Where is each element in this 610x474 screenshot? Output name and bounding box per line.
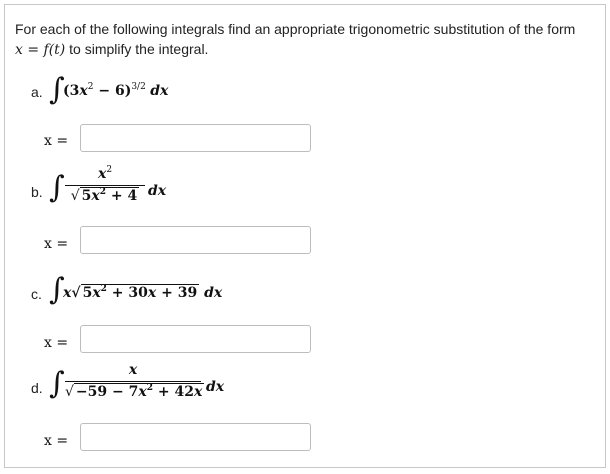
numerator-d: x [128, 362, 138, 378]
integrand-c: x√ 5x2 + 30x + 39 dx [63, 284, 223, 301]
answer-label-a: x = [44, 133, 69, 149]
denominator-b: √ 5x2 + 4 [70, 187, 140, 204]
answer-label-d: x = [44, 433, 69, 449]
answer-input-b[interactable] [80, 226, 311, 254]
answer-input-d[interactable] [80, 423, 311, 451]
part-c-letter: c. [31, 286, 42, 302]
fraction-b: x2 √ 5x2 + 4 [65, 166, 145, 204]
question-panel: For each of the following integrals find… [4, 4, 606, 468]
fraction-d: x √ −59 − 7x2 + 42x [65, 362, 205, 400]
integrand-a: (3x2 − 6)3/2 dx [63, 82, 169, 100]
answer-label-c: x = [44, 335, 69, 351]
dx-b: dx [148, 183, 167, 199]
question-prompt: For each of the following integrals find… [15, 19, 600, 60]
answer-input-a[interactable] [80, 124, 311, 152]
answer-input-c[interactable] [80, 325, 311, 353]
prompt-line-2: x = f(t) to simplify the integral. [15, 39, 600, 60]
dx-d: dx [206, 379, 225, 395]
numerator-b: x2 [97, 165, 113, 183]
part-a-letter: a. [31, 84, 43, 100]
integral-sign-b: ∫ [49, 170, 65, 205]
integral-sign-d: ∫ [49, 366, 65, 401]
prompt-line-2-rest: to simplify the integral. [65, 41, 209, 57]
answer-label-b: x = [44, 236, 69, 252]
denominator-d: √ −59 − 7x2 + 42x [65, 383, 205, 400]
substitution-form: x = f(t) [15, 42, 66, 58]
part-b-letter: b. [31, 184, 43, 200]
prompt-line-1: For each of the following integrals find… [15, 21, 576, 37]
part-d-letter: d. [31, 380, 43, 396]
